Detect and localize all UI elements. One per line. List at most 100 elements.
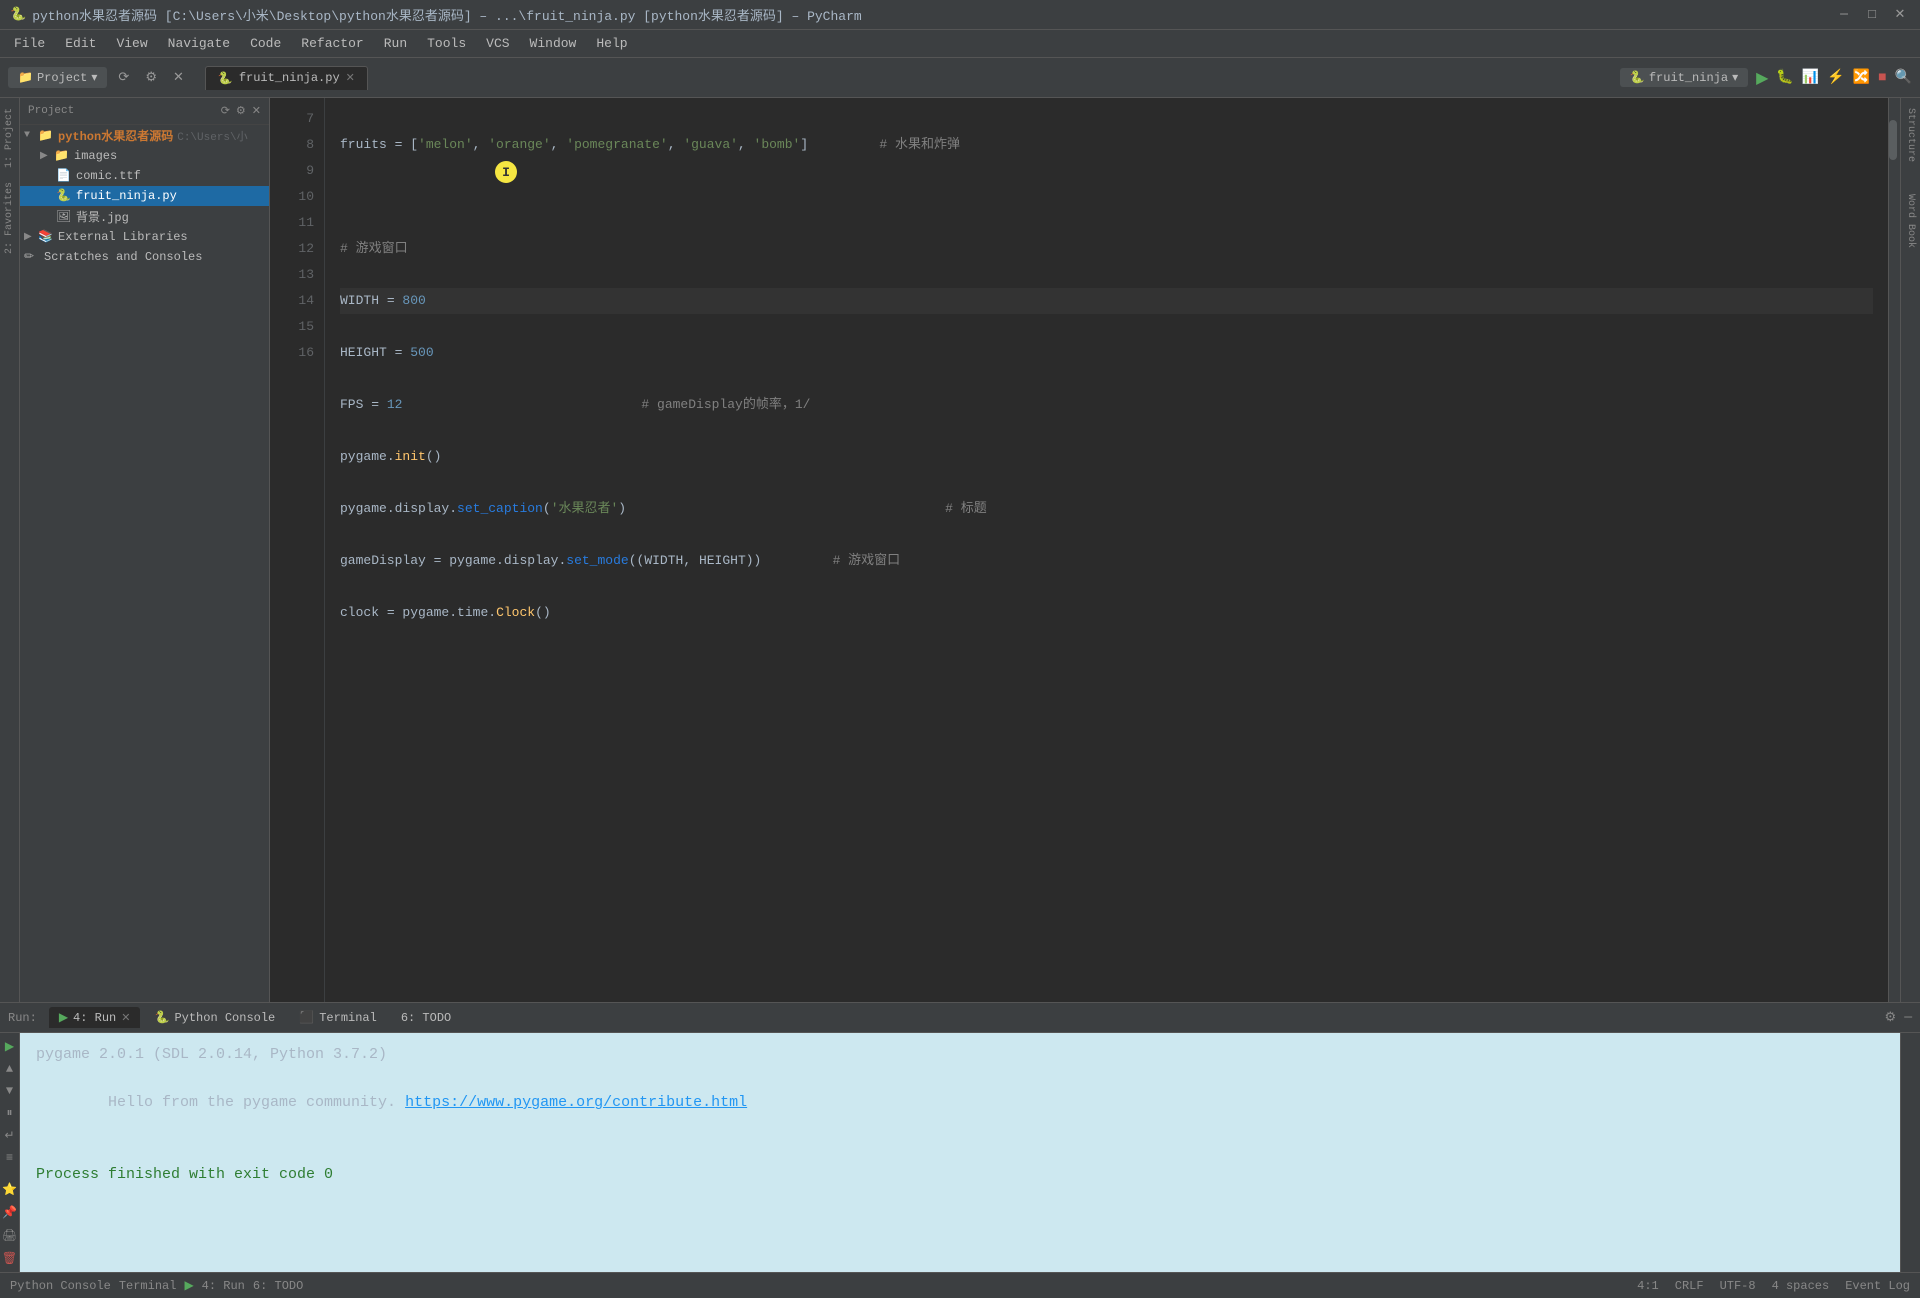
project-button[interactable]: 📁 Project ▾ <box>8 67 107 88</box>
scratches-icon: ✏ <box>24 249 40 265</box>
indent-setting[interactable]: 4 spaces <box>1772 1279 1830 1293</box>
settings-icon[interactable]: ⚙ <box>140 67 162 88</box>
run-output: pygame 2.0.1 (SDL 2.0.14, Python 3.7.2) … <box>20 1033 1900 1272</box>
run-minimize-icon[interactable]: ─ <box>1904 1010 1912 1025</box>
line-num-12: 12 <box>270 236 314 262</box>
code-line-12: FPS = 12 # gameDisplay的帧率，1/ <box>340 392 1873 418</box>
search-everywhere-button[interactable]: 🔍 <box>1895 69 1912 86</box>
cursor-indicator: I <box>495 161 517 183</box>
word-book-tab[interactable]: Word Book <box>1903 188 1918 254</box>
line-num-10: 10 <box>270 184 314 210</box>
title-bar-left: 🐍 python水果忍者源码 [C:\Users\小米\Desktop\pyth… <box>10 5 862 24</box>
run-settings-icon[interactable]: ⚙ <box>1885 1010 1897 1025</box>
code-line-9: # 游戏窗口 <box>340 236 1873 262</box>
wrap-button[interactable]: ↵ <box>2 1126 16 1145</box>
cursor-position[interactable]: 4:1 <box>1637 1279 1659 1293</box>
menu-run[interactable]: Run <box>376 34 415 53</box>
images-arrow: ▶ <box>40 150 54 162</box>
line-num-16: 16 <box>270 340 314 366</box>
project-sync-icon[interactable]: ⟳ <box>221 104 230 118</box>
tree-external-libs[interactable]: ▶ 📚 External Libraries <box>20 227 269 247</box>
print-button[interactable]: 🖨 <box>0 1226 19 1245</box>
concurrency-button[interactable]: 🔀 <box>1853 69 1870 86</box>
menu-help[interactable]: Help <box>588 34 635 53</box>
project-hide-icon[interactable]: ✕ <box>252 104 261 118</box>
stop-button[interactable]: ■ <box>1878 70 1886 86</box>
status-bar: Python Console Terminal ▶ 4: Run 6: TODO… <box>0 1272 1920 1298</box>
app-icon: 🐍 <box>10 7 26 22</box>
menu-code[interactable]: Code <box>242 34 289 53</box>
pause-button[interactable]: ⏸ <box>4 1104 14 1122</box>
todo-status[interactable]: 6: TODO <box>253 1279 303 1293</box>
todo-tab[interactable]: 6: TODO <box>391 1008 461 1028</box>
debug-button[interactable]: 🐛 <box>1776 69 1793 86</box>
output-pygame-link[interactable]: https://www.pygame.org/contribute.html <box>405 1094 747 1111</box>
menu-tools[interactable]: Tools <box>419 34 474 53</box>
py-file-icon: 🐍 <box>56 188 72 204</box>
code-line-8 <box>340 184 1873 210</box>
output-hello-prefix: Hello from the pygame community. <box>108 1094 405 1111</box>
terminal-tab[interactable]: ⬛ Terminal <box>289 1007 387 1028</box>
run-tab[interactable]: ▶ 4: Run ✕ <box>49 1007 141 1028</box>
menu-window[interactable]: Window <box>522 34 585 53</box>
code-line-10: WIDTH = 800 <box>340 288 1873 314</box>
vertical-scrollbar[interactable] <box>1888 98 1900 1002</box>
minimize-button[interactable]: ─ <box>1834 7 1854 22</box>
terminal-status[interactable]: Terminal <box>119 1279 177 1293</box>
tree-scratches[interactable]: ✏ Scratches and Consoles <box>20 247 269 267</box>
file-tab-close[interactable]: ✕ <box>346 71 355 85</box>
python-console-tab[interactable]: 🐍 Python Console <box>144 1007 285 1028</box>
tree-comic[interactable]: 📄 comic.ttf <box>20 166 269 186</box>
output-line-2: Hello from the pygame community. https:/… <box>36 1067 1884 1139</box>
file-tab[interactable]: 🐍 fruit_ninja.py ✕ <box>205 66 368 90</box>
menu-view[interactable]: View <box>108 34 155 53</box>
maximize-button[interactable]: □ <box>1862 7 1882 22</box>
code-content[interactable]: fruits = ['melon', 'orange', 'pomegranat… <box>325 98 1888 1002</box>
line-num-14: 14 <box>270 288 314 314</box>
tree-root[interactable]: ▼ 📁 python水果忍者源码 C:\Users\小 <box>20 125 269 146</box>
favorites-side-tab[interactable]: 2: Favorites <box>2 176 17 260</box>
menu-file[interactable]: File <box>6 34 53 53</box>
run-status[interactable]: 4: Run <box>202 1279 245 1293</box>
run-config-icon: 🐍 <box>1630 70 1645 85</box>
run-tab-label: 4: Run <box>73 1011 116 1025</box>
tree-view-button[interactable]: ≡ <box>4 1149 15 1167</box>
trash-button[interactable]: 🗑 <box>0 1249 19 1268</box>
run-coverage-button[interactable]: 📊 <box>1802 69 1819 86</box>
bottom-tabs: Run: ▶ 4: Run ✕ 🐍 Python Console ⬛ Termi… <box>0 1003 1920 1033</box>
run-button[interactable]: ▶ <box>1756 68 1768 88</box>
structure-tab[interactable]: Structure <box>1903 102 1918 168</box>
left-panel-tabs: 1: Project 2: Favorites <box>0 98 20 1002</box>
scroll-down-button[interactable]: ▼ <box>4 1082 15 1100</box>
project-gear-icon[interactable]: ⚙ <box>236 104 246 118</box>
code-line-16: clock = pygame.time.Clock() <box>340 600 1873 626</box>
run-again-button[interactable]: ▶ <box>3 1037 16 1056</box>
tree-images[interactable]: ▶ 📁 images <box>20 146 269 166</box>
python-console-status[interactable]: Python Console <box>10 1279 111 1293</box>
menu-vcs[interactable]: VCS <box>478 34 517 53</box>
menu-navigate[interactable]: Navigate <box>160 34 238 53</box>
sync-icon[interactable]: ⟳ <box>113 67 134 88</box>
menu-edit[interactable]: Edit <box>57 34 104 53</box>
pin-button[interactable]: 📌 <box>0 1203 19 1222</box>
todo-label: 6: TODO <box>401 1011 451 1025</box>
close-button[interactable]: ✕ <box>1890 7 1910 22</box>
root-folder-icon: 📁 <box>38 128 54 144</box>
tree-background[interactable]: 🖼 背景.jpg <box>20 206 269 227</box>
event-log[interactable]: Event Log <box>1845 1279 1910 1293</box>
bottom-panel: Run: ▶ 4: Run ✕ 🐍 Python Console ⬛ Termi… <box>0 1002 1920 1272</box>
tree-fruit-ninja[interactable]: 🐍 fruit_ninja.py <box>20 186 269 206</box>
project-side-tab[interactable]: 1: Project <box>2 102 17 174</box>
encoding[interactable]: UTF-8 <box>1720 1279 1756 1293</box>
code-line-15: gameDisplay = pygame.display.set_mode((W… <box>340 548 1873 574</box>
line-ending[interactable]: CRLF <box>1675 1279 1704 1293</box>
code-line-7: fruits = ['melon', 'orange', 'pomegranat… <box>340 132 1873 158</box>
run-config-box[interactable]: 🐍 fruit_ninja ▾ <box>1620 68 1748 87</box>
scrollbar-thumb[interactable] <box>1889 120 1897 160</box>
menu-refactor[interactable]: Refactor <box>293 34 371 53</box>
filter-button[interactable]: ⭐ <box>0 1180 19 1199</box>
profile-button[interactable]: ⚡ <box>1827 69 1844 86</box>
run-tab-close[interactable]: ✕ <box>121 1011 130 1025</box>
close-panel-icon[interactable]: ✕ <box>168 67 189 88</box>
scroll-up-button[interactable]: ▲ <box>4 1060 15 1078</box>
